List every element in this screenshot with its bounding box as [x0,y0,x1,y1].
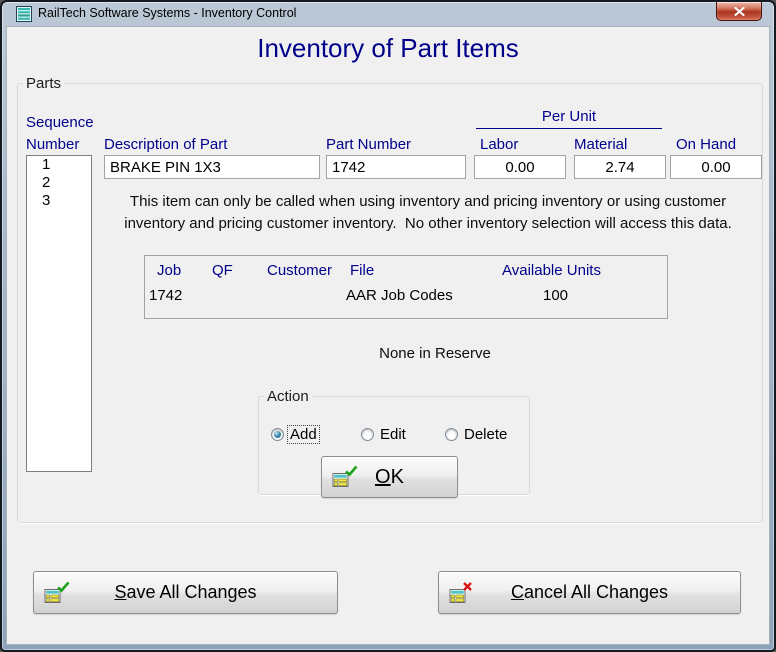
save-all-changes-label: Save All Changes [114,582,257,602]
add-radio-label: Add [287,425,320,444]
dialog-body: Inventory of Part Items Parts Sequence N… [6,26,770,645]
material-input[interactable] [574,155,666,179]
material-label: Material [574,136,628,153]
sequence-label: Sequence [26,114,94,131]
window-title: RailTech Software Systems - Inventory Co… [38,6,297,20]
ok-button-label: OK [375,465,404,488]
job-header: Job [157,262,182,279]
file-header: File [350,262,375,279]
sequence-item[interactable]: 3 [27,192,91,210]
sequence-item[interactable]: 1 [27,156,91,174]
job-info-box: Job QF Customer File Available Units 174… [144,255,668,319]
part-number-input[interactable] [326,155,466,179]
action-group: Action Add Edit Delete OK [258,388,530,498]
app-icon [16,6,32,22]
delete-radio-label: Delete [464,426,508,443]
description-input[interactable] [104,155,320,179]
radio-option-edit[interactable]: Edit [361,426,408,443]
ok-button[interactable]: OK [321,456,458,498]
customer-header: Customer [267,262,333,279]
on-hand-label: On Hand [676,136,737,153]
number-label: Number [26,136,80,153]
sequence-item[interactable]: 2 [27,174,91,192]
job-value: 1742 [149,287,183,304]
inventory-note-line2: inventory and pricing customer inventory… [124,215,732,232]
save-all-changes-button[interactable]: Save All Changes [33,571,338,614]
reserve-status: None in Reserve [379,345,491,362]
parts-group: Parts Sequence Number Description of Par… [17,75,763,523]
close-button[interactable] [716,2,762,21]
cancel-all-changes-label: Cancel All Changes [510,582,669,602]
table-check-icon [44,581,70,603]
page-title: Inventory of Part Items [257,33,519,63]
title-bar[interactable]: RailTech Software Systems - Inventory Co… [2,2,774,26]
table-x-icon [449,581,472,603]
inventory-note-line1: This item can only be called when using … [129,193,727,210]
description-label: Description of Part [104,136,228,153]
edit-radio-label: Edit [380,426,406,443]
available-units-header: Available Units [502,262,601,279]
app-window: RailTech Software Systems - Inventory Co… [0,0,776,652]
edit-radio[interactable] [361,428,374,441]
on-hand-input[interactable] [670,155,762,179]
cancel-all-changes-button[interactable]: Cancel All Changes [438,571,741,614]
labor-input[interactable] [474,155,566,179]
radio-option-delete[interactable]: Delete [445,426,509,443]
delete-radio[interactable] [445,428,458,441]
close-icon [733,6,745,16]
radio-option-add[interactable]: Add [271,425,320,444]
action-group-label: Action [267,388,309,405]
parts-group-label: Parts [26,75,62,92]
sequence-listbox[interactable]: 1 2 3 [26,155,92,472]
part-number-label: Part Number [326,136,412,153]
inventory-note: This item can only be called when using … [98,191,758,235]
file-value: AAR Job Codes [346,287,453,304]
add-radio[interactable] [271,428,284,441]
available-units-value: 100 [543,287,569,304]
table-check-icon [332,465,358,487]
labor-label: Labor [480,136,519,153]
per-unit-label: Per Unit [476,108,662,129]
qf-header: QF [212,262,233,279]
